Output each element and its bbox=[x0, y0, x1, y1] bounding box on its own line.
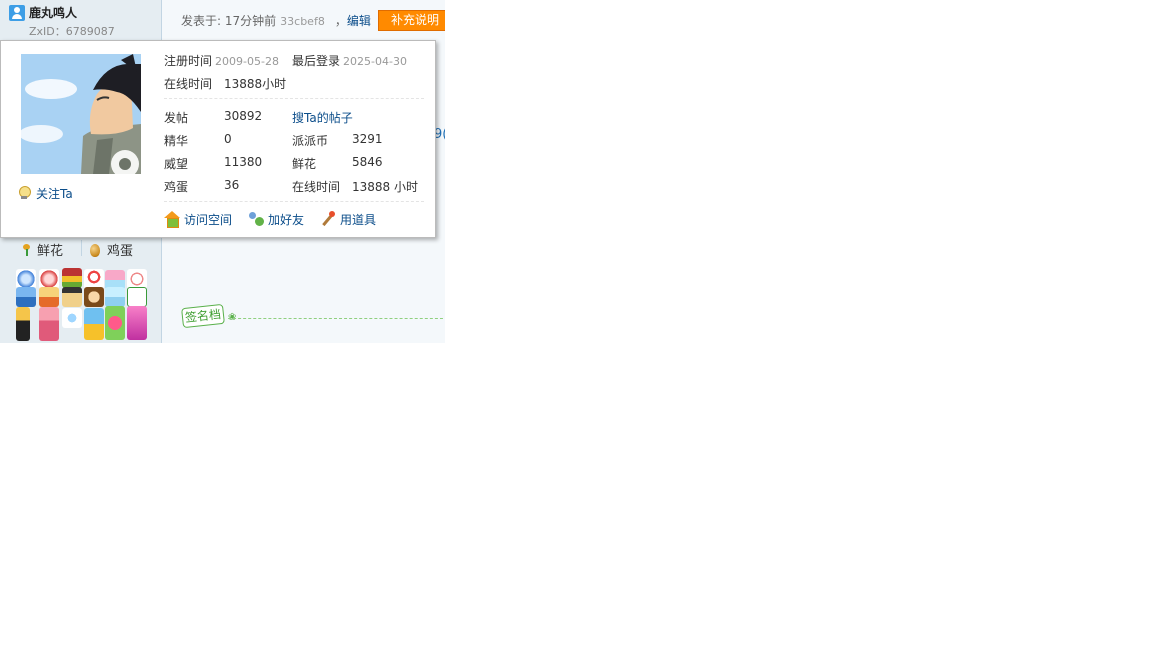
online-time-label-2: 在线时间 bbox=[292, 180, 341, 194]
medal-icon[interactable] bbox=[105, 306, 125, 340]
medal-icon[interactable] bbox=[62, 308, 82, 328]
posts-label: 发帖 bbox=[164, 111, 189, 125]
avatar[interactable] bbox=[21, 54, 141, 174]
use-tool-link[interactable]: 用道具 bbox=[320, 211, 376, 228]
medal-icon[interactable] bbox=[105, 287, 125, 307]
edit-link[interactable]: 编辑 bbox=[347, 14, 371, 28]
signature-divider bbox=[228, 318, 445, 319]
egg-button[interactable]: 鸡蛋 bbox=[90, 240, 133, 259]
online-time-value: 13888小时 bbox=[224, 77, 287, 91]
username-link[interactable]: 鹿丸鸣人 bbox=[29, 4, 77, 21]
rewards-bar: 鲜花 鸡蛋 bbox=[0, 238, 162, 260]
follow-button[interactable]: 关注Ta bbox=[18, 185, 73, 202]
flowers-label: 鲜花 bbox=[292, 157, 317, 171]
medal-icon[interactable] bbox=[84, 269, 104, 289]
zxid-text: ZxID：6789087 bbox=[29, 25, 115, 38]
posted-label: 发表于: bbox=[181, 14, 222, 28]
medal-icon[interactable] bbox=[16, 269, 36, 289]
paipai-value: 3291 bbox=[352, 132, 383, 146]
digest-label: 精华 bbox=[164, 134, 189, 148]
flowers-value: 5846 bbox=[352, 155, 383, 169]
post-hash: 33cbef8 bbox=[280, 15, 325, 28]
lightbulb-icon bbox=[18, 186, 31, 200]
add-friend-link[interactable]: 加好友 bbox=[248, 211, 304, 228]
signature-tag: 签名档 bbox=[181, 302, 225, 329]
last-login-time: 最后登录 2025-04-30 bbox=[292, 54, 407, 68]
medal-icon[interactable] bbox=[62, 287, 82, 307]
medal-grid bbox=[16, 268, 148, 343]
flower-button[interactable]: 鲜花 bbox=[22, 240, 63, 259]
supplement-button[interactable]: 补充说明 bbox=[378, 10, 445, 31]
user-header: 鹿丸鸣人 ZxID：6789087 bbox=[0, 0, 162, 41]
medal-icon[interactable] bbox=[127, 306, 147, 340]
eggs-value: 36 bbox=[224, 178, 240, 192]
posts-value: 30892 bbox=[224, 109, 263, 123]
prestige-value: 11380 bbox=[224, 155, 263, 169]
user-info-card: 关注Ta 注册时间 2009-05-28 最后登录 2025-04-30 在线时间 … bbox=[0, 40, 436, 238]
medal-icon[interactable] bbox=[127, 269, 147, 289]
medal-icon[interactable] bbox=[39, 287, 59, 307]
digest-value: 0 bbox=[224, 132, 232, 146]
add-friend-icon bbox=[248, 211, 264, 227]
medal-icon[interactable] bbox=[39, 307, 59, 341]
online-time-label: 在线时间 bbox=[164, 77, 213, 91]
medal-icon[interactable] bbox=[16, 287, 36, 307]
magic-wand-icon bbox=[320, 211, 336, 227]
search-posts-link[interactable]: 搜Ta的帖子 bbox=[292, 109, 353, 126]
medal-icon[interactable] bbox=[62, 268, 82, 288]
visit-space-link[interactable]: 访问空间 bbox=[164, 211, 232, 228]
register-time: 注册时间 2009-05-28 bbox=[164, 54, 279, 68]
divider bbox=[81, 240, 82, 256]
medal-icon[interactable] bbox=[84, 308, 104, 340]
home-icon bbox=[164, 211, 180, 228]
eggs-label: 鸡蛋 bbox=[164, 180, 189, 194]
flower-icon bbox=[22, 244, 32, 256]
divider bbox=[164, 98, 424, 99]
egg-icon bbox=[90, 244, 100, 257]
separator-text: ， bbox=[334, 14, 347, 28]
prestige-label: 威望 bbox=[164, 157, 189, 171]
posted-time: 17分钟前 bbox=[224, 14, 277, 28]
online-time-value-2: 13888 小时 bbox=[352, 180, 418, 194]
user-icon bbox=[9, 5, 25, 21]
paipai-label: 派派币 bbox=[292, 134, 329, 148]
post-meta: 发表于: 17分钟前 33cbef8 ，编辑 bbox=[181, 12, 371, 29]
medal-icon[interactable] bbox=[39, 269, 59, 289]
medal-icon[interactable] bbox=[84, 287, 104, 307]
medal-icon[interactable] bbox=[16, 307, 30, 341]
medal-icon[interactable] bbox=[127, 287, 147, 307]
signature-label: 签名档 bbox=[181, 303, 225, 329]
divider bbox=[164, 201, 424, 202]
